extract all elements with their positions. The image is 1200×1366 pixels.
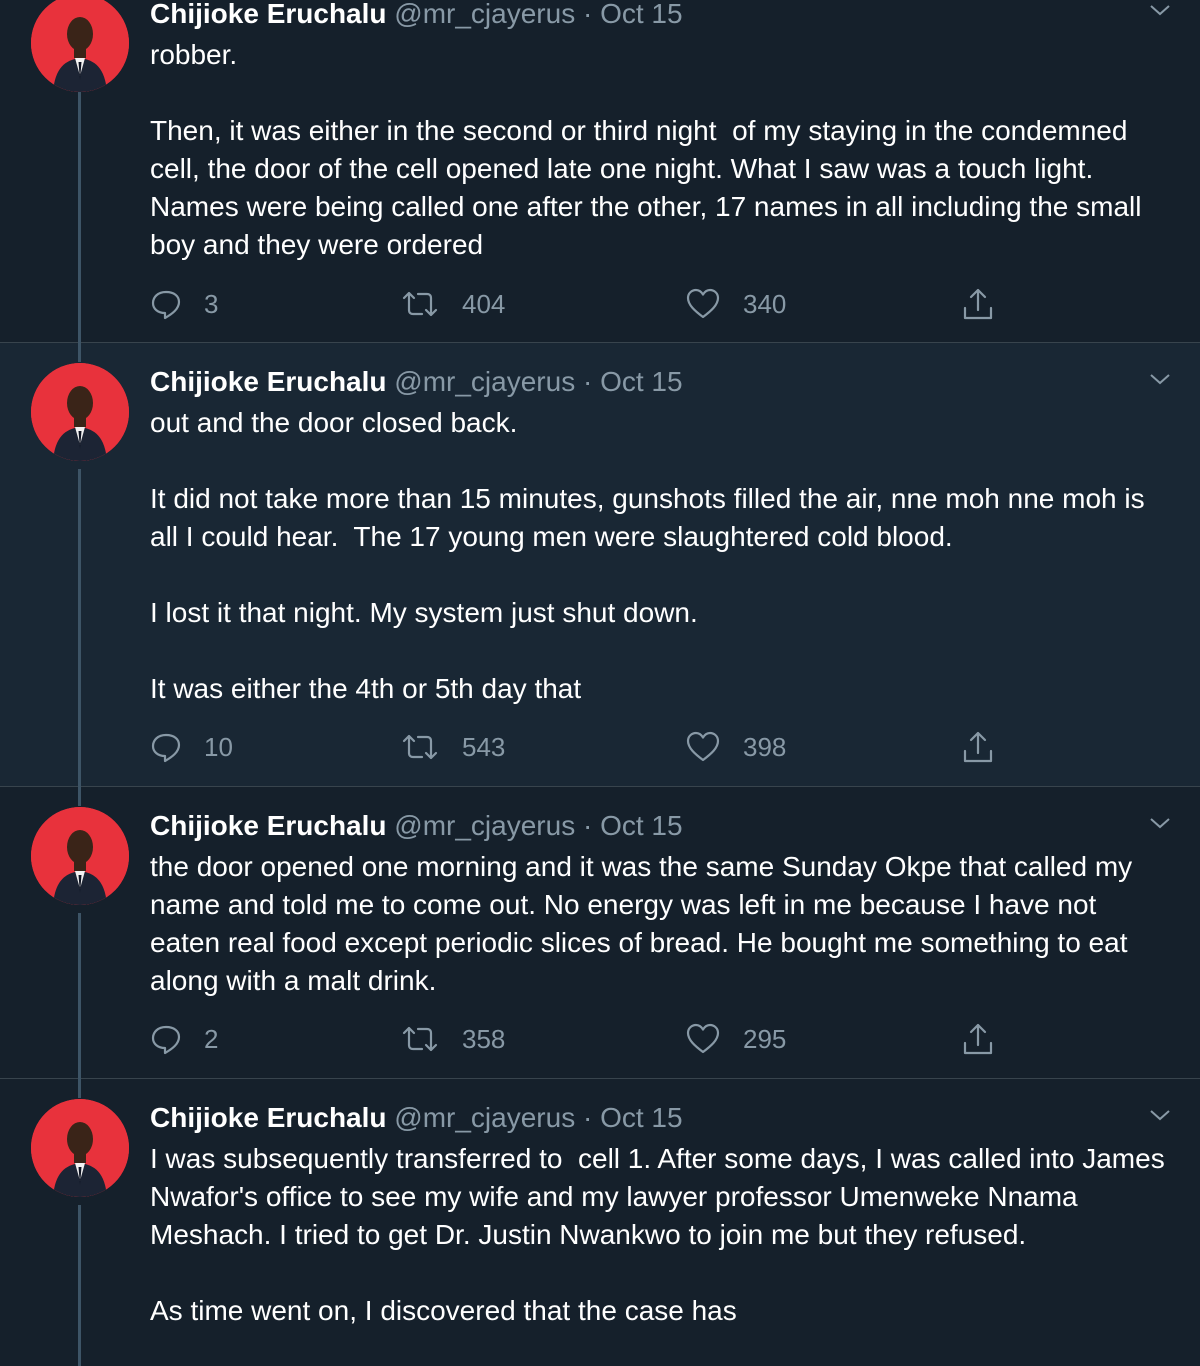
chevron-down-icon[interactable] xyxy=(1148,0,1172,22)
avatar[interactable] xyxy=(31,0,129,92)
heart-icon xyxy=(686,288,720,319)
reply-icon xyxy=(151,733,181,763)
like-button[interactable]: 398 xyxy=(685,727,786,767)
tweet-header: Chijioke Eruchalu @mr_cjayerus · Oct 15 xyxy=(150,809,683,843)
retweet-count: 543 xyxy=(462,731,506,762)
author-name[interactable]: Chijioke Eruchalu xyxy=(150,1102,387,1133)
tweet-actions: 2 358 295 xyxy=(150,1019,1030,1059)
like-count: 295 xyxy=(743,1023,787,1054)
thread-line xyxy=(78,786,81,806)
tweet-date[interactable]: Oct 15 xyxy=(600,366,682,397)
chevron-down-icon[interactable] xyxy=(1148,1103,1172,1127)
thread-line xyxy=(78,913,81,1078)
tweet-text: I was subsequently transferred to cell 1… xyxy=(150,1143,1165,1326)
retweet-button[interactable]: 404 xyxy=(400,284,505,324)
like-button[interactable]: 340 xyxy=(685,284,786,324)
tweet-date[interactable]: Oct 15 xyxy=(600,1102,682,1133)
avatar[interactable] xyxy=(31,363,129,461)
tweet-text: out and the door closed back. It did not… xyxy=(150,407,1145,704)
author-name[interactable]: Chijioke Eruchalu xyxy=(150,0,387,29)
retweet-button[interactable]: 358 xyxy=(400,1019,505,1059)
tweet[interactable]: Chijioke Eruchalu @mr_cjayerus · Oct 15 … xyxy=(0,786,1200,1079)
share-icon xyxy=(963,1023,993,1055)
like-button[interactable]: 295 xyxy=(685,1019,786,1059)
tweet-actions: 10 543 398 xyxy=(150,727,1030,767)
avatar[interactable] xyxy=(31,807,129,905)
reply-button[interactable]: 2 xyxy=(150,1019,218,1059)
reply-button[interactable]: 10 xyxy=(150,727,233,767)
separator-dot: · xyxy=(582,1102,593,1133)
reply-icon xyxy=(151,290,181,320)
author-name[interactable]: Chijioke Eruchalu xyxy=(150,810,387,841)
heart-icon xyxy=(686,731,720,762)
avatar[interactable] xyxy=(31,1099,129,1197)
tweet-header: Chijioke Eruchalu @mr_cjayerus · Oct 15 xyxy=(150,365,683,399)
thread-line xyxy=(78,469,81,786)
like-count: 398 xyxy=(743,731,787,762)
author-handle[interactable]: @mr_cjayerus xyxy=(394,366,575,397)
tweet-text: the door opened one morning and it was t… xyxy=(150,851,1140,996)
separator-dot: · xyxy=(582,366,593,397)
reply-count: 2 xyxy=(204,1023,219,1054)
avatar-image xyxy=(31,1099,129,1197)
thread-line xyxy=(78,342,81,362)
author-name[interactable]: Chijioke Eruchalu xyxy=(150,366,387,397)
like-count: 340 xyxy=(743,288,787,319)
avatar-image xyxy=(31,0,129,92)
tweet-header: Chijioke Eruchalu @mr_cjayerus · Oct 15 xyxy=(150,0,683,31)
thread-line xyxy=(78,1205,81,1366)
share-icon xyxy=(963,288,993,320)
reply-count: 10 xyxy=(204,731,233,762)
retweet-icon xyxy=(402,1026,438,1052)
share-button[interactable] xyxy=(960,284,1018,324)
retweet-icon xyxy=(402,291,438,317)
tweet-actions: 3 404 340 xyxy=(150,284,1030,324)
separator-dot: · xyxy=(582,0,593,29)
author-handle[interactable]: @mr_cjayerus xyxy=(394,810,575,841)
tweet[interactable]: Chijioke Eruchalu @mr_cjayerus · Oct 15 … xyxy=(0,342,1200,787)
heart-icon xyxy=(686,1023,720,1054)
retweet-count: 404 xyxy=(462,288,506,319)
reply-icon xyxy=(151,1025,181,1055)
avatar-image xyxy=(31,807,129,905)
avatar-image xyxy=(31,363,129,461)
tweet-text: robber. Then, it was either in the secon… xyxy=(150,39,1142,260)
reply-count: 3 xyxy=(204,288,219,319)
tweet[interactable]: Chijioke Eruchalu @mr_cjayerus · Oct 15 … xyxy=(0,1078,1200,1366)
chevron-down-icon[interactable] xyxy=(1148,811,1172,835)
retweet-icon xyxy=(402,734,438,760)
chevron-down-icon[interactable] xyxy=(1148,367,1172,391)
thread-line xyxy=(78,1078,81,1098)
share-button[interactable] xyxy=(960,1019,1018,1059)
thread-line xyxy=(78,92,81,342)
tweet[interactable]: Chijioke Eruchalu @mr_cjayerus · Oct 15 … xyxy=(0,0,1200,343)
author-handle[interactable]: @mr_cjayerus xyxy=(394,1102,575,1133)
tweet-date[interactable]: Oct 15 xyxy=(600,810,682,841)
retweet-count: 358 xyxy=(462,1023,506,1054)
reply-button[interactable]: 3 xyxy=(150,284,218,324)
share-icon xyxy=(963,731,993,763)
separator-dot: · xyxy=(582,810,593,841)
tweet-date[interactable]: Oct 15 xyxy=(600,0,682,29)
share-button[interactable] xyxy=(960,727,1018,767)
tweet-header: Chijioke Eruchalu @mr_cjayerus · Oct 15 xyxy=(150,1101,683,1135)
author-handle[interactable]: @mr_cjayerus xyxy=(394,0,575,29)
retweet-button[interactable]: 543 xyxy=(400,727,505,767)
